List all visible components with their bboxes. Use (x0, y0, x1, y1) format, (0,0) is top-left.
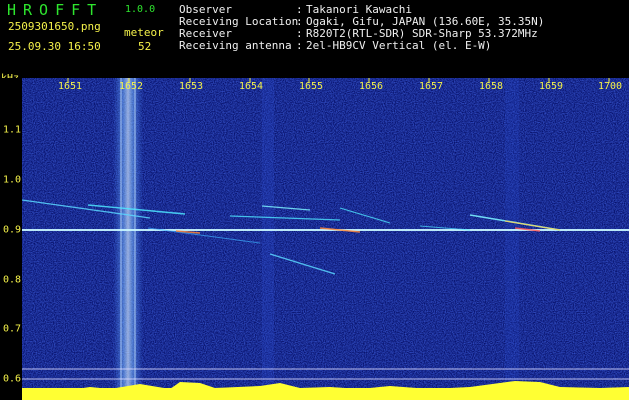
y-tick-label: 1.0 (3, 174, 22, 186)
receiver-value: R820T2(RTL-SDR) SDR-Sharp 53.372MHz (306, 27, 538, 40)
y-tick-label: 0.9 (3, 224, 22, 236)
x-tick-label: 1652 (118, 81, 144, 92)
receiver-colon: : (296, 27, 303, 40)
antenna-value: 2el-HB9CV Vertical (el. E-W) (306, 39, 492, 52)
meteor-count: 52 (138, 40, 152, 53)
x-tick-label: 1659 (538, 81, 564, 92)
faint-band (505, 78, 519, 400)
app-version: 1.0.0 (125, 4, 156, 15)
observer-value: Takanori Kawachi (306, 3, 412, 16)
y-tick-label: 0.7 (3, 323, 22, 335)
y-tick-label: 0.8 (3, 274, 22, 286)
x-tick-label: 1656 (358, 81, 384, 92)
spectrogram-plot (0, 78, 629, 400)
receiver-label: Receiver (179, 27, 232, 40)
x-tick-label: 1700 (597, 81, 623, 92)
x-tick-label: 1651 (57, 81, 83, 92)
app-title: HROFFT (7, 1, 104, 19)
x-tick-label: 1654 (238, 81, 264, 92)
header-panel: HROFFT 1.0.0 2509301650.png meteor 25.09… (0, 0, 629, 84)
file-name: 2509301650.png (8, 20, 101, 33)
faint-band (262, 78, 274, 400)
y-tick-label: 1.1 (3, 124, 22, 136)
antenna-colon: : (296, 39, 303, 52)
observer-colon: : (296, 3, 303, 16)
meteor-label: meteor (124, 26, 164, 39)
location-value: Ogaki, Gifu, JAPAN (136.60E, 35.35N) (306, 15, 545, 28)
datetime: 25.09.30 16:50 (8, 40, 101, 53)
x-tick-label: 1655 (298, 81, 324, 92)
observer-label: Observer (179, 3, 232, 16)
x-tick-label: 1657 (418, 81, 444, 92)
antenna-label: Receiving antenna (179, 39, 292, 52)
location-label: Receiving Location (179, 15, 299, 28)
x-tick-label: 1658 (478, 81, 504, 92)
interference-band (113, 78, 143, 400)
y-tick-label: 0.6 (3, 373, 22, 385)
location-colon: : (296, 15, 303, 28)
x-tick-label: 1653 (178, 81, 204, 92)
